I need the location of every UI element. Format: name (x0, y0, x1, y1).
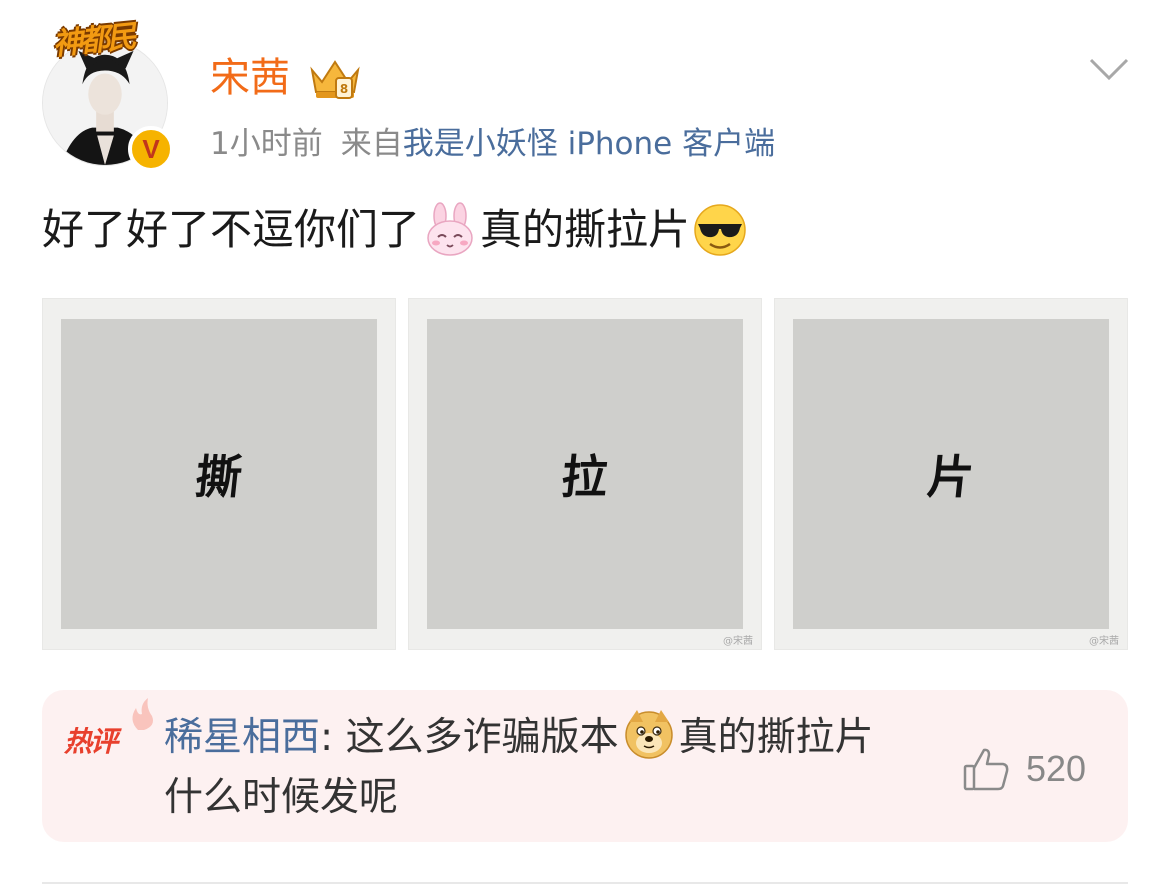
photo-2[interactable]: 拉 @宋茜 (408, 298, 762, 650)
divider (42, 882, 1128, 884)
photo-2-canvas: 拉 (427, 319, 743, 629)
vip-crown-icon[interactable]: 8 (306, 52, 364, 104)
photo-2-glyph: 拉 (558, 450, 611, 504)
photo-grid: 撕 拉 @宋茜 片 @宋茜 (42, 298, 1128, 650)
from-label: 来自 (340, 126, 403, 162)
hot-comment-tag: 热评 (64, 725, 118, 758)
hot-comment[interactable]: 热评 稀星相西: 这么多诈骗版本 真的撕拉片什么时候发呢 520 (42, 690, 1128, 842)
comment-body: 稀星相西: 这么多诈骗版本 真的撕拉片什么时候发呢 (164, 708, 904, 828)
photo-2-watermark: @宋茜 (723, 636, 753, 647)
photo-1-canvas: 撕 (61, 319, 377, 629)
like-count: 520 (1026, 748, 1087, 789)
device-link[interactable]: 我是小妖怪 iPhone 客户端 (403, 126, 775, 162)
like-button[interactable]: 520 (962, 746, 1086, 792)
post-text: 好了好了不逗你们了 真的撕拉片 (42, 200, 750, 260)
photo-1[interactable]: 撕 (42, 298, 396, 650)
verified-badge-icon: V (128, 126, 174, 172)
post-text-part1: 好了好了不逗你们了 (42, 205, 421, 254)
doge-emoji-icon (624, 710, 673, 759)
photo-3-watermark: @宋茜 (1089, 636, 1119, 647)
comment-separator: : (320, 715, 346, 760)
photo-3-canvas: 片 (793, 319, 1109, 629)
thumbs-up-icon (963, 748, 1009, 791)
photo-1-glyph: 撕 (192, 450, 245, 504)
post-meta: 1小时前 来自我是小妖怪 iPhone 客户端 (210, 122, 775, 166)
fan-badge-logo: 神都民 (51, 19, 136, 63)
username[interactable]: 宋茜 (210, 52, 290, 104)
sunglasses-emoji-icon (694, 204, 746, 256)
photo-3-glyph: 片 (924, 450, 977, 504)
comment-text-part1: 这么多诈骗版本 (345, 715, 619, 760)
photo-3[interactable]: 片 @宋茜 (774, 298, 1128, 650)
post-text-part2: 真的撕拉片 (480, 205, 691, 254)
comment-author[interactable]: 稀星相西 (164, 715, 320, 760)
bunny-emoji-icon (427, 202, 473, 256)
post-time: 1小时前 (210, 126, 323, 162)
chevron-down-icon[interactable] (1088, 54, 1130, 84)
flame-icon (132, 698, 153, 730)
svg-text:8: 8 (340, 82, 348, 96)
